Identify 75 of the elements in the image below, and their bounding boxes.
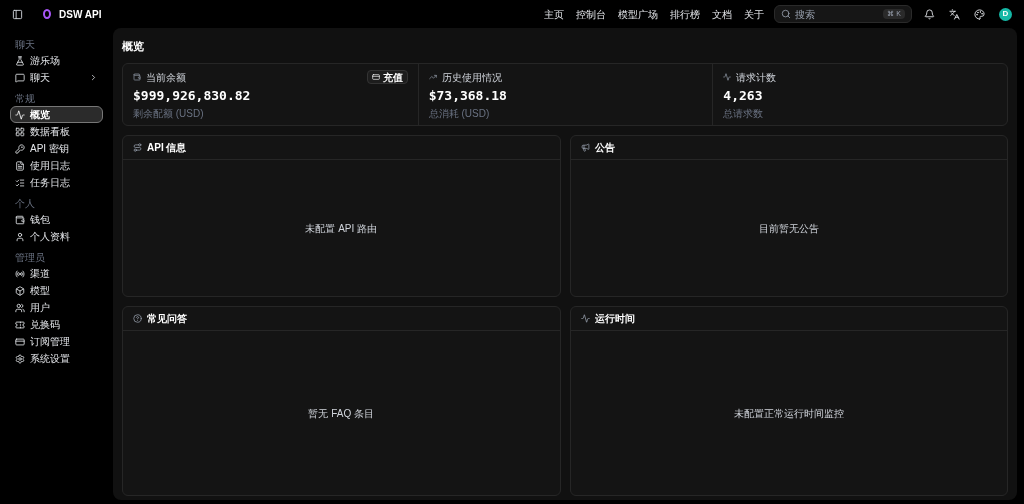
stat-caption: 总请求数 <box>723 106 765 121</box>
section-label: 聊天 <box>14 38 36 52</box>
empty-message: 未配置正常运行时间监控 <box>733 406 844 421</box>
empty-message: 目前暂无公告 <box>758 221 819 236</box>
chat-icon <box>15 72 25 83</box>
checklist-icon <box>15 177 25 188</box>
sidebar-item[interactable]: 系统设置 <box>10 350 103 367</box>
section-label: 管理员 <box>14 251 46 265</box>
palette-icon[interactable] <box>974 8 985 20</box>
route-icon <box>133 143 142 152</box>
page-title: 概览 <box>122 39 145 54</box>
logo-icon <box>43 9 51 19</box>
sidebar-item[interactable]: 模型 <box>10 282 103 299</box>
users-icon <box>15 302 25 313</box>
section-label: 常规 <box>14 92 36 106</box>
nav-link[interactable]: 模型广场 <box>618 6 658 22</box>
megaphone-icon <box>580 143 590 152</box>
sidebar-item[interactable]: 兑换码 <box>10 316 103 333</box>
broadcast-icon <box>15 268 25 279</box>
card-title: API 信息 <box>147 141 187 155</box>
wallet-icon <box>15 214 25 225</box>
pulse-icon <box>580 314 590 323</box>
sidebar-item[interactable]: 聊天 <box>10 69 103 86</box>
cube-icon <box>15 285 25 296</box>
section-label: 个人 <box>14 197 36 211</box>
trend-icon <box>428 73 437 81</box>
user-icon <box>15 231 25 242</box>
card-title: 常见问答 <box>147 312 187 326</box>
stat-label: 当前余额 <box>146 70 187 85</box>
sidebar-item[interactable]: 任务日志 <box>10 174 103 191</box>
stat-value: 4,263 <box>723 87 764 105</box>
empty-message: 未配置 API 路由 <box>305 221 378 236</box>
help-icon <box>133 314 142 323</box>
grid-icon <box>15 126 25 137</box>
stat-value: $999,926,830.82 <box>133 87 252 105</box>
flask-icon <box>15 55 25 66</box>
search-icon <box>781 9 791 19</box>
stat-caption: 剩余配额 (USD) <box>133 106 205 121</box>
stat-label: 请求计数 <box>736 70 778 85</box>
document-icon <box>15 160 25 171</box>
pulse-icon <box>723 73 732 81</box>
card-icon <box>15 336 25 347</box>
nav-link[interactable]: 排行榜 <box>670 6 700 22</box>
stat-label: 历史使用情况 <box>441 70 503 85</box>
empty-message: 暂无 FAQ 条目 <box>308 406 375 421</box>
ticket-icon <box>15 319 25 330</box>
translate-icon[interactable] <box>949 8 960 20</box>
sidebar-item[interactable]: API 密钥 <box>10 140 103 157</box>
card-title: 公告 <box>594 141 615 155</box>
card-title: 运行时间 <box>594 312 635 326</box>
settings-icon <box>15 353 25 364</box>
sidebar-item[interactable]: 概览 <box>10 106 103 123</box>
sidebar-toggle-icon[interactable] <box>12 8 23 20</box>
sidebar-item[interactable]: 游乐场 <box>10 52 103 69</box>
sidebar-item[interactable]: 使用日志 <box>10 157 103 174</box>
nav-link[interactable]: 关于 <box>744 6 764 22</box>
wallet-icon <box>133 73 141 81</box>
brand-name: DSW API <box>59 7 102 22</box>
search-input[interactable]: 搜索 <box>795 6 880 22</box>
sidebar-item[interactable]: 渠道 <box>10 265 103 282</box>
stat-value: $73,368.18 <box>428 87 508 105</box>
stat-caption: 总消耗 (USD) <box>428 106 491 121</box>
sidebar-item[interactable]: 用户 <box>10 299 103 316</box>
pulse-icon <box>15 109 25 120</box>
nav-link[interactable]: 主页 <box>544 6 564 22</box>
sidebar-item[interactable]: 数据看板 <box>10 123 103 140</box>
notification-icon[interactable] <box>924 8 935 20</box>
card-icon <box>371 73 380 81</box>
sidebar-item[interactable]: 钱包 <box>10 211 103 228</box>
sidebar-item[interactable]: 个人资料 <box>10 228 103 245</box>
key-icon <box>15 143 25 154</box>
sidebar-item[interactable]: 订阅管理 <box>10 333 103 350</box>
nav-link[interactable]: 控制台 <box>576 6 606 22</box>
recharge-button[interactable]: 充值 <box>366 70 408 84</box>
nav-link[interactable]: 文档 <box>712 6 732 22</box>
